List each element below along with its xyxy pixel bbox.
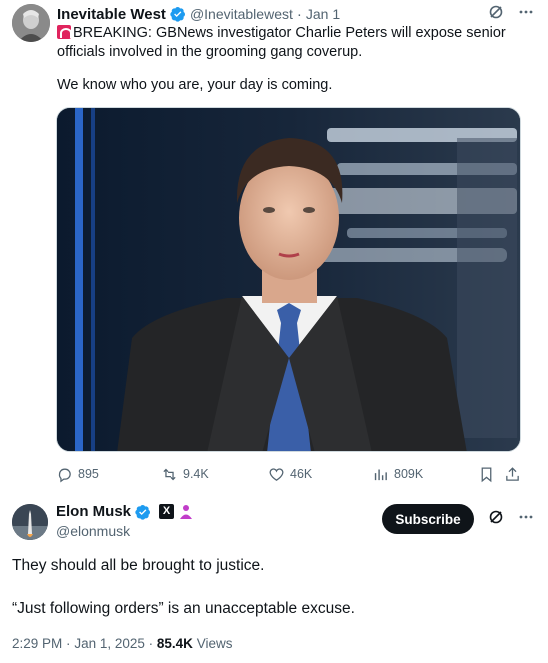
heart-icon [269, 467, 284, 481]
tweet-image[interactable] [56, 107, 521, 452]
tweet-header: Inevitable West @Inevitablewest · Jan 1 [57, 4, 340, 24]
tweet-text-line1: BREAKING: GBNews investigator Charlie Pe… [57, 24, 507, 62]
views-count: 809K [394, 467, 424, 481]
author-avatar[interactable] [12, 4, 50, 42]
verified-badge-icon [135, 504, 151, 520]
reply-views-label: Views [196, 636, 233, 651]
verified-badge-icon [170, 7, 185, 22]
reply-author-avatar[interactable] [12, 504, 48, 540]
separator-dot: · [148, 636, 154, 651]
more-icon[interactable] [518, 509, 534, 530]
repost-icon [163, 468, 176, 480]
share-icon [506, 466, 519, 481]
analytics-icon [374, 469, 387, 480]
tweet-text: BREAKING: GBNews investigator Charlie Pe… [57, 24, 507, 95]
reply-author-handle[interactable]: @elonmusk [56, 523, 130, 539]
reply-text-p2: “Just following orders” is an unacceptab… [12, 600, 355, 617]
bookmark-button[interactable] [478, 466, 495, 483]
reply-meta: 2:29 PM · Jan 1, 2025 · 85.4K Views [12, 636, 232, 651]
grok-icon[interactable] [488, 509, 504, 530]
reply-button[interactable]: 895 [56, 466, 99, 483]
author-handle[interactable]: @Inevitablewest [190, 6, 293, 22]
reply-top-icons [488, 509, 534, 530]
reply-author-name[interactable]: Elon Musk [56, 503, 131, 520]
siren-emoji-icon [57, 25, 72, 39]
tweet-actions: 895 9.4K 46K 809K [56, 463, 521, 485]
tweet-top-icons [488, 4, 534, 25]
reply-views-count: 85.4K [156, 636, 193, 651]
government-badge-icon [180, 504, 193, 519]
reply-header: Elon Musk X [56, 503, 194, 520]
separator-dot: · [66, 636, 71, 651]
tweet-date[interactable]: Jan 1 [306, 6, 340, 22]
separator-dot: · [296, 5, 302, 23]
more-icon[interactable] [518, 4, 534, 25]
share-button[interactable] [504, 466, 521, 483]
like-count: 46K [290, 467, 313, 481]
bookmark-icon [481, 466, 492, 482]
reply-text-p1: They should all be brought to justice. [12, 557, 265, 574]
grok-icon[interactable] [488, 4, 504, 25]
breaking-text: BREAKING: GBNews investigator Charlie Pe… [57, 25, 506, 60]
reply-time[interactable]: 2:29 PM [12, 636, 62, 651]
repost-button[interactable]: 9.4K [161, 466, 209, 483]
subscribe-button[interactable]: Subscribe [382, 504, 474, 534]
x-affiliation-badge[interactable]: X [159, 504, 175, 519]
views-button[interactable]: 809K [372, 466, 423, 483]
like-button[interactable]: 46K [268, 466, 312, 483]
author-name[interactable]: Inevitable West [57, 6, 166, 23]
reply-count: 895 [78, 467, 99, 481]
tweet-text-line2: We know who you are, your day is coming. [57, 77, 333, 93]
repost-count: 9.4K [183, 467, 209, 481]
reply-text: They should all be brought to justice. “… [12, 556, 532, 619]
reply-date[interactable]: Jan 1, 2025 [74, 636, 145, 651]
reply-icon [58, 468, 71, 483]
